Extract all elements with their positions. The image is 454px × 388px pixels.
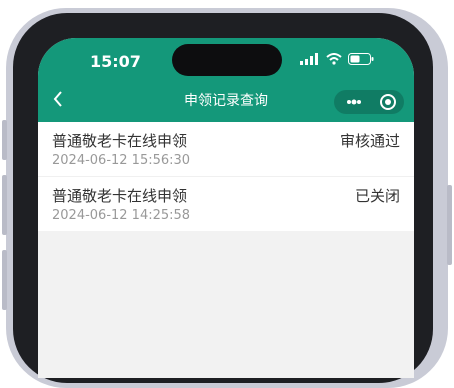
record-item[interactable]: 普通敬老卡在线申领 2024-06-12 14:25:58 已关闭 [38, 176, 414, 231]
mini-program-capsule [334, 90, 404, 114]
record-title: 普通敬老卡在线申领 [52, 132, 188, 150]
side-button [2, 120, 7, 160]
side-button [447, 185, 452, 265]
header: 15:07 申领记录查询 [38, 38, 414, 122]
record-list: 普通敬老卡在线申领 2024-06-12 15:56:30 审核通过 普通敬老卡… [38, 122, 414, 231]
signal-icon [300, 53, 318, 65]
status-icons [300, 53, 374, 65]
dynamic-island [172, 44, 282, 76]
record-status: 已关闭 [354, 187, 400, 205]
side-button [2, 250, 7, 310]
record-status: 审核通过 [339, 132, 400, 150]
status-time: 15:07 [90, 52, 141, 71]
phone-screen: 15:07 申领记录查询 普通敬老卡在线申领 2024-06-12 15:56:… [38, 38, 414, 378]
record-title: 普通敬老卡在线申领 [52, 187, 188, 205]
more-icon[interactable] [342, 90, 366, 114]
record-datetime: 2024-06-12 15:56:30 [52, 153, 191, 168]
close-icon[interactable] [378, 92, 398, 112]
record-datetime: 2024-06-12 14:25:58 [52, 208, 191, 223]
side-button [2, 175, 7, 235]
wifi-icon [326, 53, 342, 65]
battery-icon [348, 53, 374, 65]
record-item[interactable]: 普通敬老卡在线申领 2024-06-12 15:56:30 审核通过 [38, 122, 414, 176]
